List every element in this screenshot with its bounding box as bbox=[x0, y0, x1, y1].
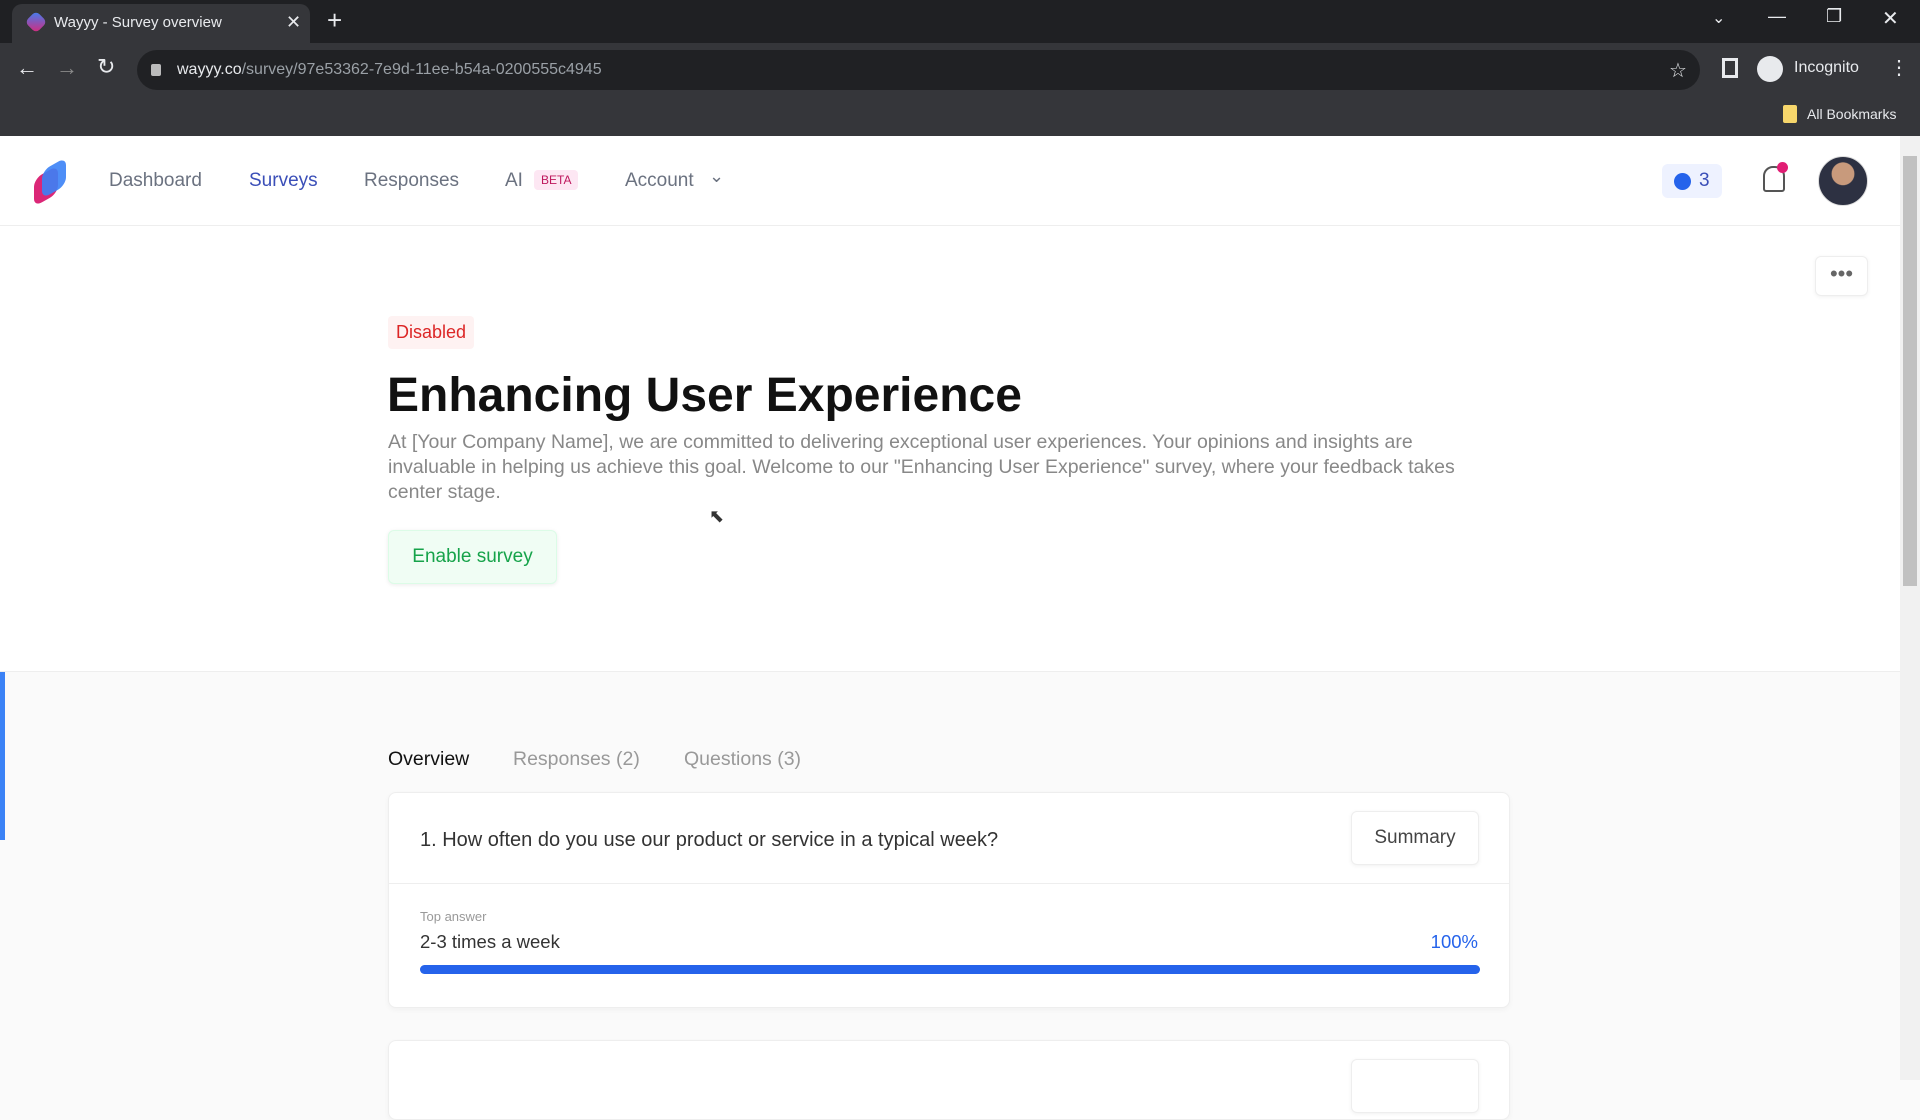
bookmark-star-icon[interactable]: ☆ bbox=[1669, 58, 1687, 83]
tab-overview[interactable]: Overview bbox=[388, 748, 469, 771]
nav-responses[interactable]: Responses bbox=[364, 170, 459, 192]
nav-dashboard[interactable]: Dashboard bbox=[109, 170, 202, 192]
activity-badge[interactable]: 3 bbox=[1662, 164, 1722, 198]
minimize-icon[interactable]: — bbox=[1768, 6, 1786, 27]
favicon-icon bbox=[24, 10, 48, 34]
url-path: /survey/97e53362-7e9d-11ee-b54a-0200555c… bbox=[241, 61, 602, 78]
avatar[interactable] bbox=[1818, 156, 1868, 206]
close-tab-icon[interactable]: ✕ bbox=[286, 12, 301, 33]
survey-description: At [Your Company Name], we are committed… bbox=[388, 431, 1455, 503]
question-card: 1. How often do you use our product or s… bbox=[388, 792, 1510, 1008]
bookmark-folder-icon bbox=[1783, 105, 1797, 123]
profile-label[interactable]: Incognito bbox=[1794, 59, 1859, 77]
divider bbox=[389, 883, 1509, 884]
menu-icon[interactable]: ⋮ bbox=[1889, 55, 1909, 80]
top-answer-label: Top answer bbox=[420, 909, 487, 924]
summary-button[interactable]: Summary bbox=[1351, 811, 1479, 865]
browser-tab[interactable]: Wayyy - Survey overview ✕ bbox=[12, 4, 310, 43]
scrollbar-thumb[interactable] bbox=[1903, 156, 1917, 586]
enable-survey-button[interactable]: Enable survey bbox=[388, 530, 557, 584]
nav-surveys[interactable]: Surveys bbox=[249, 170, 318, 192]
survey-header: ••• Disabled Enhancing User Experience A… bbox=[0, 226, 1900, 672]
new-tab-icon[interactable]: + bbox=[327, 5, 342, 36]
close-window-icon[interactable]: ✕ bbox=[1882, 6, 1899, 31]
tab-search-icon[interactable]: ⌄ bbox=[1712, 8, 1725, 28]
status-badge: Disabled bbox=[388, 316, 475, 349]
address-bar[interactable]: wayyy.co/survey/97e53362-7e9d-11ee-b54a-… bbox=[137, 50, 1700, 90]
top-answer: 2-3 times a week bbox=[420, 931, 560, 952]
progress-track bbox=[420, 965, 1480, 974]
incognito-icon bbox=[1757, 56, 1783, 82]
more-options-button[interactable]: ••• bbox=[1815, 256, 1868, 296]
url-text: wayyy.co/survey/97e53362-7e9d-11ee-b54a-… bbox=[177, 61, 602, 79]
page-title: Enhancing User Experience bbox=[387, 369, 1022, 422]
lock-icon bbox=[151, 64, 161, 76]
all-bookmarks[interactable]: All Bookmarks bbox=[1807, 106, 1896, 122]
top-navigation: Dashboard Surveys Responses AI BETA Acco… bbox=[0, 136, 1900, 226]
activity-count: 3 bbox=[1699, 170, 1710, 191]
url-domain: wayyy.co bbox=[177, 61, 242, 78]
reload-icon[interactable]: ↻ bbox=[97, 54, 115, 80]
question-card-2 bbox=[388, 1040, 1510, 1120]
cursor-icon: ⬉ bbox=[709, 506, 725, 526]
tab-questions[interactable]: Questions (3) bbox=[684, 748, 801, 771]
tab-title: Wayyy - Survey overview bbox=[54, 14, 222, 31]
notification-dot bbox=[1777, 162, 1788, 173]
beta-badge: BETA bbox=[534, 170, 579, 190]
chevron-down-icon[interactable]: ⌄ bbox=[709, 166, 724, 187]
side-panel-icon[interactable] bbox=[1722, 58, 1738, 78]
browser-tab-strip: Wayyy - Survey overview ✕ + ⌄ — ❐ ✕ bbox=[0, 0, 1920, 43]
nav-ai[interactable]: AI bbox=[505, 170, 523, 192]
summary-button-2[interactable] bbox=[1351, 1059, 1479, 1113]
back-icon[interactable]: ← bbox=[16, 55, 38, 81]
restore-icon[interactable]: ❐ bbox=[1826, 6, 1842, 27]
wayyy-logo[interactable] bbox=[34, 157, 66, 207]
forward-icon[interactable]: → bbox=[56, 55, 78, 81]
nav-account[interactable]: Account bbox=[625, 170, 694, 192]
top-answer-percent: 100% bbox=[1430, 931, 1478, 952]
scrollbar[interactable] bbox=[1900, 136, 1920, 1080]
tab-responses[interactable]: Responses (2) bbox=[513, 748, 640, 771]
question-title: 1. How often do you use our product or s… bbox=[420, 829, 999, 851]
activity-icon bbox=[1674, 173, 1691, 190]
progress-fill bbox=[420, 965, 1480, 974]
